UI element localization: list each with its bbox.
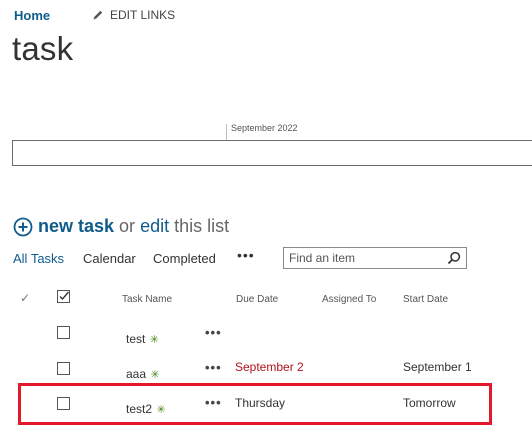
task-title-link[interactable]: test [126, 332, 145, 346]
search-box [283, 247, 467, 269]
column-header-task-name[interactable]: Task Name [122, 294, 172, 305]
new-task-line: new task or edit this list [13, 216, 229, 237]
table-row-title: test ✳ [126, 330, 159, 348]
row-checkbox[interactable] [57, 326, 70, 339]
row-menu-button[interactable]: ••• [205, 360, 222, 375]
new-task-link[interactable]: new task [38, 216, 114, 237]
highlight-box [18, 383, 492, 425]
nav-home-link[interactable]: Home [14, 8, 50, 23]
due-date-cell: September 2 [235, 360, 304, 374]
plus-circle-icon[interactable] [13, 217, 33, 237]
table-row-title: aaa ✳ [126, 365, 160, 383]
row-checkbox[interactable] [57, 362, 70, 375]
view-calendar[interactable]: Calendar [83, 251, 136, 266]
start-date-cell: September 1 [403, 360, 472, 374]
column-header-start-date[interactable]: Start Date [403, 294, 448, 305]
or-text: or [119, 216, 136, 236]
search-input[interactable] [284, 250, 441, 266]
timeline-month-label: September 2022 [231, 123, 298, 133]
select-all-checkbox[interactable] [57, 290, 70, 303]
page-title: task [12, 30, 74, 67]
edit-links-label: EDIT LINKS [110, 8, 176, 22]
views-more-button[interactable]: ••• [237, 247, 255, 263]
timeline-month-tick [226, 124, 227, 140]
view-completed[interactable]: Completed [153, 251, 216, 266]
row-menu-button[interactable]: ••• [205, 325, 222, 340]
timeline-bar[interactable] [12, 140, 532, 166]
new-item-icon: ✳ [150, 369, 160, 381]
column-header-due-date[interactable]: Due Date [236, 294, 278, 305]
new-item-icon: ✳ [149, 334, 160, 346]
edit-list-link[interactable]: edit [140, 216, 169, 237]
pencil-icon [93, 10, 103, 20]
search-icon[interactable] [447, 251, 461, 265]
header-check-glyph: ✓ [20, 291, 31, 305]
view-all-tasks[interactable]: All Tasks [13, 251, 64, 266]
this-list-text: this list [174, 216, 230, 236]
column-header-assigned-to[interactable]: Assigned To [322, 294, 376, 305]
edit-links-button[interactable]: EDIT LINKS [92, 8, 175, 22]
task-title-link[interactable]: aaa [126, 367, 146, 381]
